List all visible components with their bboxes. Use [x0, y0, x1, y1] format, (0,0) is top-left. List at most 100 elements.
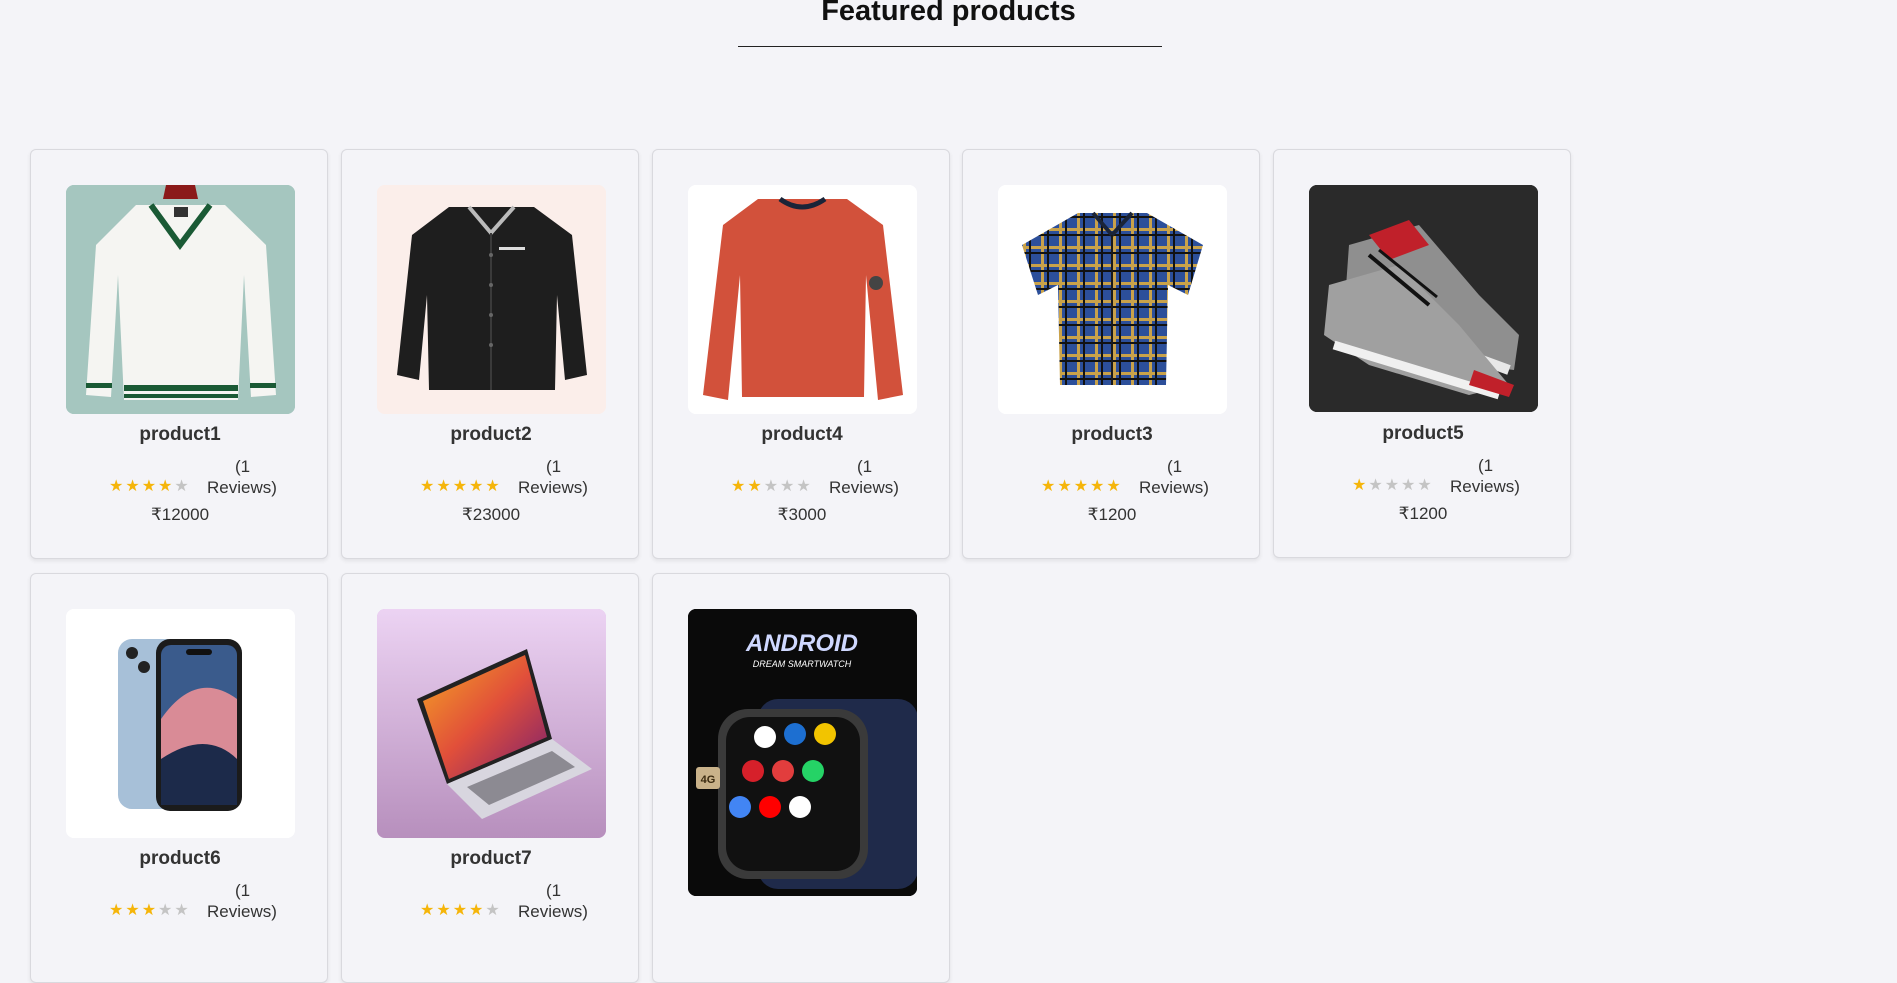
product-image[interactable] — [66, 609, 295, 838]
star-filled-icon: ★ — [420, 478, 437, 495]
star-filled-icon: ★ — [469, 478, 486, 495]
star-filled-icon: ★ — [1057, 478, 1074, 495]
product-image[interactable] — [377, 185, 606, 414]
star-empty-icon: ★ — [1368, 477, 1385, 494]
star-rating: ★★★★★ — [420, 476, 502, 496]
watch-ad-subtitle: DREAM SMARTWATCH — [753, 659, 852, 669]
star-filled-icon: ★ — [125, 902, 142, 919]
product-card[interactable]: product7 ★★★★★ (1 Reviews) — [341, 573, 639, 983]
sweater-illustration — [66, 185, 295, 414]
laptop-illustration — [377, 609, 606, 838]
sneaker-illustration — [1309, 185, 1538, 412]
review-count-open: (1 — [546, 881, 562, 900]
star-rating: ★★★★★ — [109, 476, 191, 496]
star-filled-icon: ★ — [485, 478, 502, 495]
star-filled-icon: ★ — [141, 902, 159, 919]
star-empty-icon: ★ — [1401, 477, 1418, 494]
star-empty-icon: ★ — [780, 478, 797, 495]
review-count: (1 Reviews) — [518, 880, 610, 922]
star-filled-icon: ★ — [1041, 478, 1058, 495]
review-count: (1 Reviews) — [207, 456, 299, 498]
star-empty-icon: ★ — [763, 478, 781, 495]
review-count: (1 Reviews) — [1139, 456, 1231, 498]
product-price: ₹12000 — [150, 505, 210, 524]
product-image[interactable] — [1309, 185, 1538, 412]
product-card[interactable]: product4 ★★★★★ (1 Reviews) ₹3000 — [652, 149, 950, 559]
star-empty-icon: ★ — [1384, 477, 1402, 494]
star-filled-icon: ★ — [731, 478, 748, 495]
review-count-label: Reviews) — [829, 478, 899, 497]
product-price: ₹23000 — [461, 505, 521, 524]
product-card[interactable]: product3 ★★★★★ (1 Reviews) ₹1200 — [962, 149, 1260, 559]
review-count-open: (1 — [235, 881, 251, 900]
star-filled-icon: ★ — [747, 478, 764, 495]
title-underline — [738, 46, 1162, 47]
review-count-open: (1 — [857, 457, 873, 476]
star-filled-icon: ★ — [436, 478, 453, 495]
star-empty-icon: ★ — [1417, 477, 1434, 494]
review-count: (1 Reviews) — [829, 456, 921, 498]
sweater-illustration — [688, 185, 917, 414]
review-count-open: (1 — [235, 457, 251, 476]
star-filled-icon: ★ — [125, 478, 142, 495]
review-count-label: Reviews) — [518, 478, 588, 497]
star-filled-icon: ★ — [1352, 477, 1369, 494]
smartphone-illustration — [66, 609, 295, 838]
product-image[interactable] — [998, 185, 1227, 414]
product-price: ₹1200 — [1398, 504, 1448, 523]
product-image[interactable]: ANDROID DREAM SMARTWATCH 4G — [688, 609, 917, 896]
star-filled-icon: ★ — [1073, 478, 1091, 495]
star-empty-icon: ★ — [796, 478, 813, 495]
product-name[interactable]: product6 — [31, 848, 327, 870]
product-image[interactable] — [377, 609, 606, 838]
review-count-label: Reviews) — [1139, 478, 1209, 497]
review-count-label: Reviews) — [1450, 477, 1520, 496]
star-empty-icon: ★ — [158, 902, 175, 919]
product-name[interactable]: product4 — [653, 424, 949, 446]
product-image[interactable] — [688, 185, 917, 414]
star-empty-icon: ★ — [485, 902, 502, 919]
star-filled-icon: ★ — [452, 902, 470, 919]
star-empty-icon: ★ — [174, 902, 191, 919]
jacket-illustration — [377, 185, 606, 414]
review-count: (1 Reviews) — [518, 456, 610, 498]
review-count-label: Reviews) — [207, 478, 277, 497]
product-price: ₹1200 — [1087, 505, 1137, 524]
star-filled-icon: ★ — [109, 478, 126, 495]
product-card[interactable]: product5 ★★★★★ (1 Reviews) ₹1200 — [1273, 149, 1571, 558]
product-image[interactable] — [66, 185, 295, 414]
star-filled-icon: ★ — [1106, 478, 1123, 495]
product-name[interactable]: product5 — [1274, 423, 1570, 445]
review-count-open: (1 — [1478, 456, 1494, 475]
review-count-open: (1 — [546, 457, 562, 476]
product-card[interactable]: product2 ★★★★★ (1 Reviews) ₹23000 — [341, 149, 639, 559]
star-filled-icon: ★ — [1090, 478, 1107, 495]
review-count: (1 Reviews) — [207, 880, 299, 922]
watch-4g-badge: 4G — [701, 774, 716, 786]
watch-ad-headline: ANDROID — [745, 630, 858, 657]
star-filled-icon: ★ — [436, 902, 453, 919]
product-card[interactable]: product1 ★★★★★ (1 Reviews) ₹12000 — [30, 149, 328, 559]
product-card[interactable]: ANDROID DREAM SMARTWATCH 4G — [652, 573, 950, 983]
star-rating: ★★★★★ — [731, 476, 813, 496]
page-title: Featured products — [821, 0, 1076, 27]
product-name[interactable]: product7 — [342, 848, 638, 870]
shirt-illustration — [998, 185, 1227, 414]
star-rating: ★★★★★ — [1041, 476, 1123, 496]
product-name[interactable]: product2 — [342, 424, 638, 446]
product-name[interactable]: product1 — [31, 424, 327, 446]
product-card[interactable]: product6 ★★★★★ (1 Reviews) — [30, 573, 328, 983]
star-filled-icon: ★ — [158, 478, 175, 495]
product-price: ₹3000 — [777, 505, 827, 524]
star-rating: ★★★★★ — [420, 900, 502, 920]
star-filled-icon: ★ — [141, 478, 159, 495]
star-empty-icon: ★ — [174, 478, 191, 495]
star-rating: ★★★★★ — [109, 900, 191, 920]
star-rating: ★★★★★ — [1352, 475, 1434, 495]
review-count-open: (1 — [1167, 457, 1183, 476]
star-filled-icon: ★ — [452, 478, 470, 495]
product-name[interactable]: product3 — [963, 424, 1259, 446]
smartwatch-illustration: ANDROID DREAM SMARTWATCH 4G — [688, 609, 917, 896]
star-filled-icon: ★ — [109, 902, 126, 919]
star-filled-icon: ★ — [469, 902, 486, 919]
